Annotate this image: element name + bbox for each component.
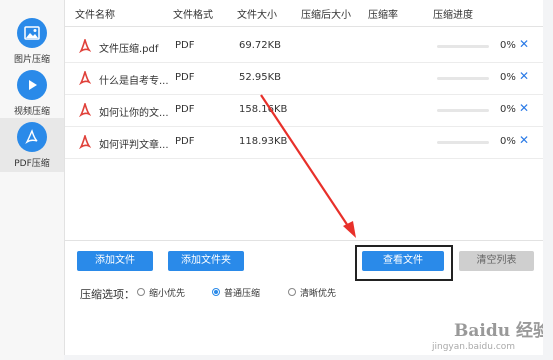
annotation-arrow bbox=[260, 94, 356, 238]
watermark-url: jingyan.baidu.com bbox=[432, 342, 516, 352]
window-edge bbox=[543, 0, 553, 360]
watermark-logo: Baidu 经验 bbox=[454, 321, 551, 341]
